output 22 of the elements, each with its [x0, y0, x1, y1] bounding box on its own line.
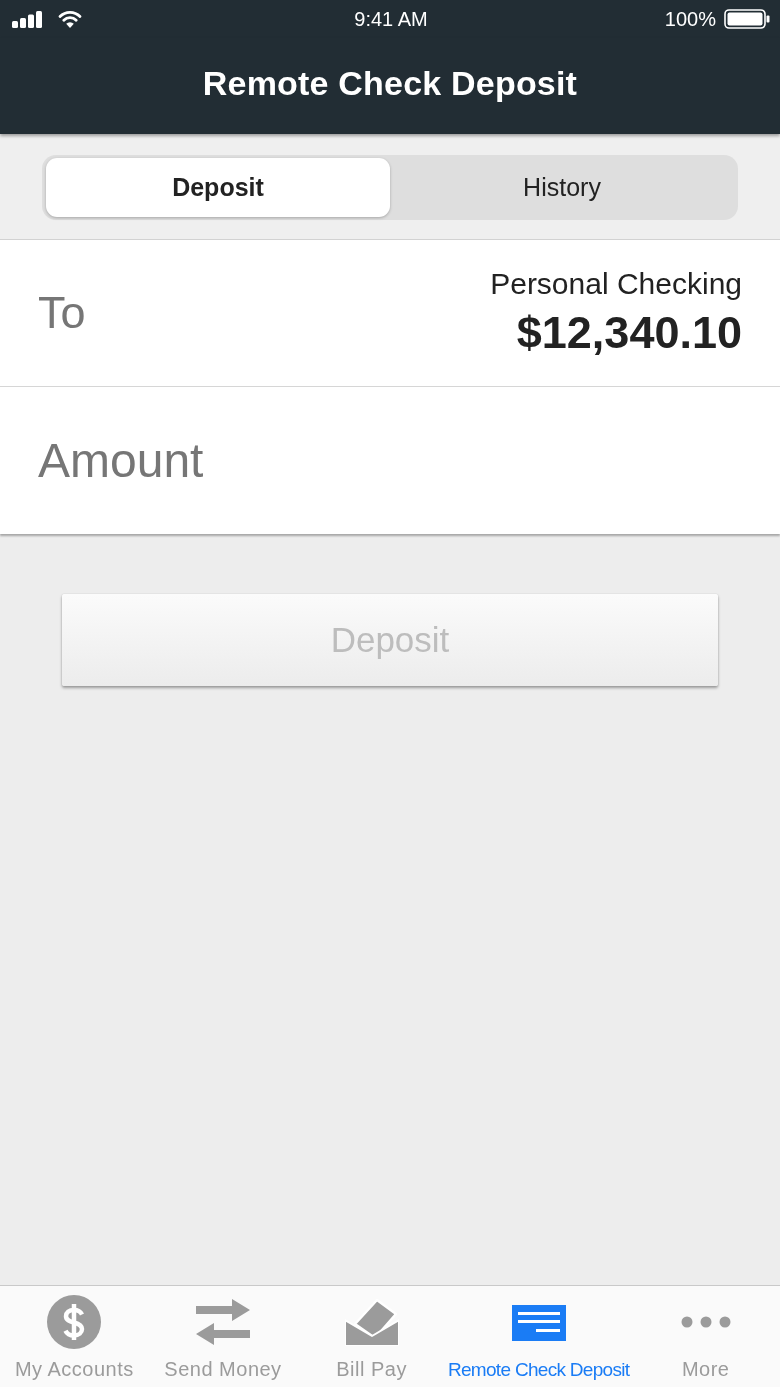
envelope-card-icon	[344, 1298, 399, 1346]
tab-bar-item[interactable]: More	[678, 1286, 733, 1387]
to-label: To	[38, 287, 86, 339]
tab-bar-item[interactable]: Remote Check Deposit	[445, 1286, 632, 1387]
account-name: Personal Checking	[490, 267, 742, 301]
tab-bar-item[interactable]: Bill Pay	[334, 1286, 409, 1387]
screen-title: Remote Check Deposit	[202, 63, 578, 104]
account-balance: $12,340.10	[516, 307, 742, 359]
amount-field[interactable]: Amount	[0, 387, 780, 534]
wifi-icon	[58, 10, 82, 28]
tab-bar-item[interactable]: Send Money	[162, 1286, 284, 1387]
tab-bar-item[interactable]: My Accounts	[12, 1286, 136, 1387]
dollar-circle-icon	[47, 1295, 102, 1349]
battery-icon	[724, 9, 770, 29]
more-icon	[680, 1316, 731, 1328]
swap-arrows-icon	[195, 1299, 250, 1345]
status-time: 9:41 AM	[354, 7, 428, 31]
segment-tab[interactable]: History	[390, 158, 734, 217]
signal-icon	[12, 10, 42, 28]
battery-percent: 100%	[664, 7, 716, 31]
cheque-icon	[511, 1305, 566, 1341]
segment-tab[interactable]: Deposit	[46, 158, 390, 217]
